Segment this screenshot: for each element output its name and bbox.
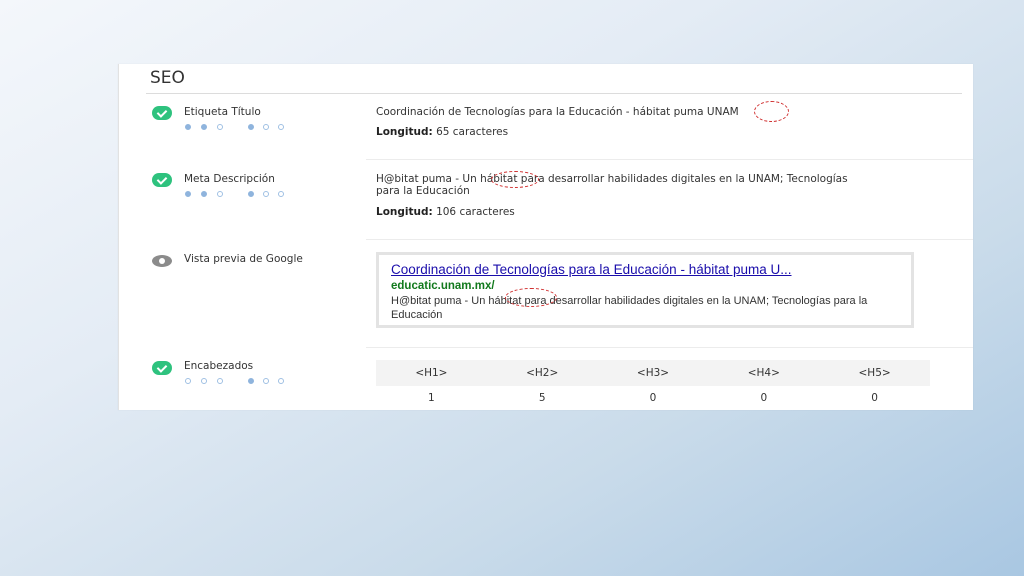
section-divider — [366, 347, 973, 348]
eye-icon — [152, 255, 172, 267]
seo-panel: SEO Etiqueta Título Coordinación de Tecn… — [118, 64, 973, 410]
title-tag-value: Coordinación de Tecnologías para la Educ… — [376, 106, 739, 118]
header-cell-h5: <H5> — [819, 360, 930, 386]
count-cell-h2: 5 — [538, 392, 546, 404]
count-cell-h4: 0 — [760, 392, 768, 404]
table-header-row: <H1> <H2> <H3> <H4> <H5> — [376, 360, 930, 386]
google-preview-box: Coordinación de Tecnologías para la Educ… — [376, 252, 914, 328]
section-divider — [366, 159, 973, 160]
header-cell-h4: <H4> — [708, 360, 820, 386]
annotation-circle — [491, 171, 539, 188]
check-icon — [152, 106, 172, 120]
header-cell-h1: <H1> — [376, 360, 487, 386]
title-tag-label: Etiqueta Título — [184, 106, 261, 118]
meta-description-label: Meta Descripción — [184, 173, 275, 185]
check-icon — [152, 173, 172, 187]
google-preview-label: Vista previa de Google — [184, 253, 303, 265]
google-preview-title-link[interactable]: Coordinación de Tecnologías para la Educ… — [391, 262, 901, 277]
header-cell-h2: <H2> — [486, 360, 598, 386]
count-cell-h3: 0 — [649, 392, 657, 404]
meta-description-line2: para la Educación — [376, 185, 470, 197]
count-cell-h1: 1 — [428, 392, 435, 404]
check-icon — [152, 361, 172, 375]
title-divider — [146, 93, 962, 94]
headings-table: <H1> <H2> <H3> <H4> <H5> 1 5 0 0 0 — [376, 360, 930, 410]
table-row: 1 5 0 0 0 — [376, 386, 930, 410]
header-cell-h3: <H3> — [597, 360, 709, 386]
annotation-circle — [505, 288, 557, 307]
count-cell-h5: 0 — [871, 392, 878, 404]
annotation-circle — [754, 101, 789, 122]
page-title: SEO — [150, 68, 185, 88]
panel-border — [118, 64, 119, 410]
meta-description-length: Longitud: 106 caracteres — [376, 206, 515, 218]
title-tag-length: Longitud: 65 caracteres — [376, 126, 509, 138]
section-divider — [366, 239, 973, 240]
google-preview-description: H@bitat puma - Un hábitat para desarroll… — [391, 295, 868, 321]
google-preview-url: educatic.unam.mx/ — [391, 280, 495, 292]
headings-label: Encabezados — [184, 360, 254, 372]
